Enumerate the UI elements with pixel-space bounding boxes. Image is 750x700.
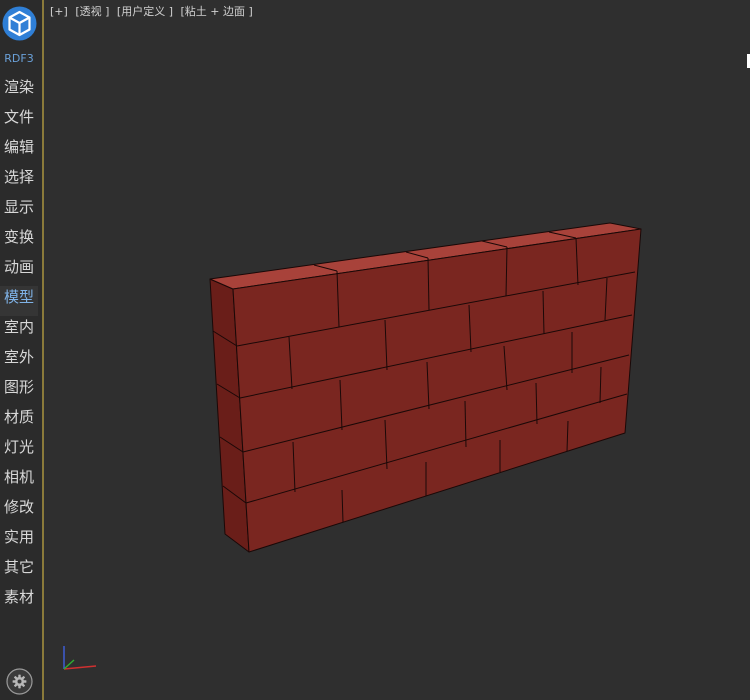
app-logo-icon[interactable] (2, 6, 37, 41)
menu-item-edit[interactable]: 编辑 (0, 136, 40, 166)
menu-item-other[interactable]: 其它 (0, 556, 40, 586)
menu-item-shapes[interactable]: 图形 (0, 376, 40, 406)
viewport-scene (209, 222, 642, 553)
menu-item-animation[interactable]: 动画 (0, 256, 40, 286)
menu-item-display[interactable]: 显示 (0, 196, 40, 226)
menu-item-material[interactable]: 材质 (0, 406, 40, 436)
menu-item-file[interactable]: 文件 (0, 106, 40, 136)
menu-item-assets[interactable]: 素材 (0, 586, 40, 616)
menu-item-lights[interactable]: 灯光 (0, 436, 40, 466)
brick-wall-object[interactable] (209, 222, 642, 553)
menu-item-utilities[interactable]: 实用 (0, 526, 40, 556)
main-menu: 渲染 文件 编辑 选择 显示 变换 动画 模型 室内 室外 图形 材质 灯光 相… (0, 76, 40, 616)
menu-item-model[interactable]: 模型 (0, 286, 38, 316)
menu-item-select[interactable]: 选择 (0, 166, 40, 196)
gear-icon[interactable] (6, 668, 33, 695)
axis-gizmo (63, 646, 97, 670)
menu-item-camera[interactable]: 相机 (0, 466, 40, 496)
menu-item-exterior[interactable]: 室外 (0, 346, 40, 376)
menu-item-interior[interactable]: 室内 (0, 316, 40, 346)
perspective-viewport[interactable]: [+] [透视 ] [用户定义 ] [粘土 + 边面 ] (44, 0, 750, 700)
axis-x-line (63, 665, 97, 670)
brand-label: RDF3 (4, 52, 34, 65)
menu-item-modify[interactable]: 修改 (0, 496, 40, 526)
menu-item-render[interactable]: 渲染 (0, 76, 40, 106)
menu-item-transform[interactable]: 变换 (0, 226, 40, 256)
left-menu-panel: RDF3 渲染 文件 编辑 选择 显示 变换 动画 模型 室内 室外 图形 材质… (0, 0, 42, 700)
